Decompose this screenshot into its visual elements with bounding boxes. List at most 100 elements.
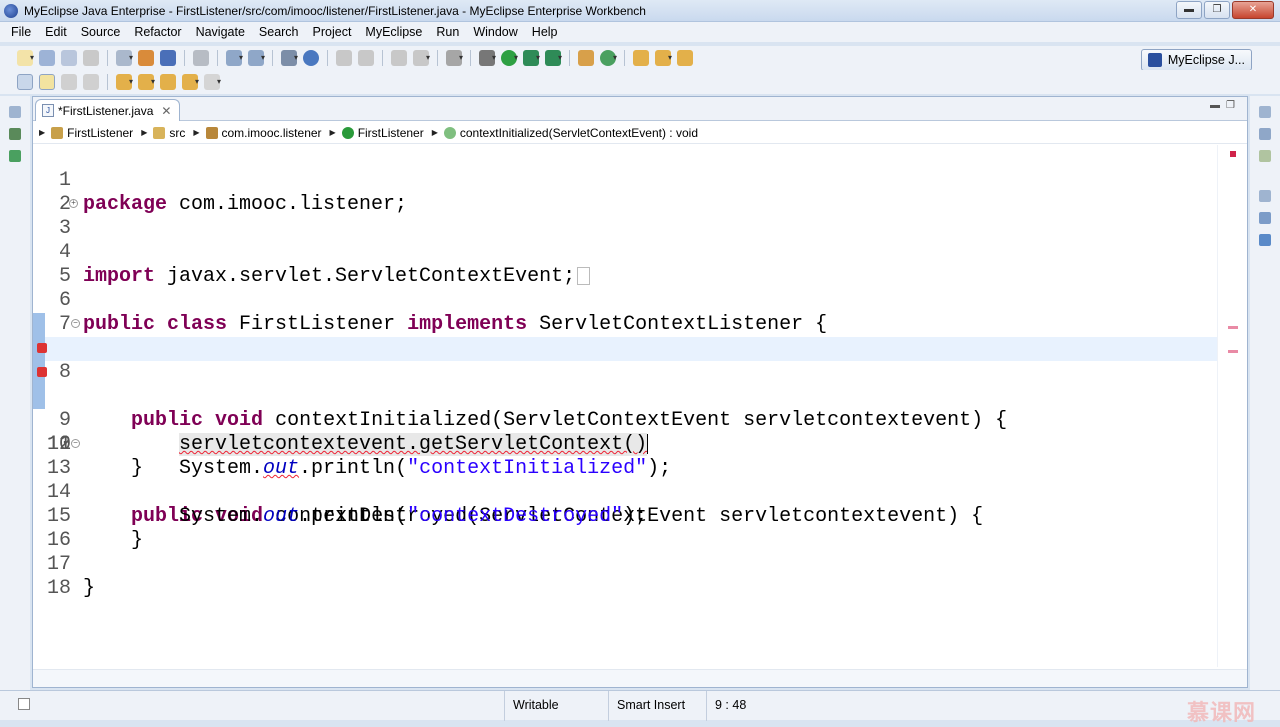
maximize-button[interactable]: ❐ [1204, 1, 1230, 19]
horizontal-scrollbar[interactable] [33, 669, 1247, 687]
run-icon[interactable] [501, 50, 517, 66]
debug-icon[interactable] [479, 50, 495, 66]
package-explorer-icon[interactable] [9, 128, 21, 140]
globe-icon[interactable] [303, 50, 319, 66]
server-icon[interactable] [116, 50, 132, 66]
menu-window[interactable]: Window [466, 25, 524, 39]
save-all-icon[interactable] [61, 50, 77, 66]
show-whitespace-icon[interactable] [83, 74, 99, 90]
open-type-icon[interactable] [633, 50, 649, 66]
coverage-icon[interactable] [523, 50, 539, 66]
breadcrumb-label: FirstListener [67, 125, 134, 140]
chevron-right-icon: ▶ [193, 128, 200, 137]
search-icon[interactable] [655, 50, 671, 66]
error-marker-icon[interactable] [37, 367, 47, 377]
close-tab-icon[interactable]: ✕ [161, 104, 171, 118]
error-overview-marker[interactable] [1228, 326, 1238, 329]
redo-history-icon[interactable] [358, 50, 374, 66]
editor-toolbar [0, 70, 1280, 94]
block-selection-icon[interactable] [61, 74, 77, 90]
chevron-right-icon: ▶ [329, 128, 336, 137]
jar-icon[interactable] [138, 50, 154, 66]
menu-project[interactable]: Project [306, 25, 359, 39]
undo-history-icon[interactable] [336, 50, 352, 66]
collapse-fold-icon[interactable]: − [71, 319, 80, 328]
menu-help[interactable]: Help [525, 25, 565, 39]
fast-view-icon[interactable] [18, 698, 30, 710]
next-annotation-icon[interactable] [116, 74, 132, 90]
previous-annotation-icon[interactable] [138, 74, 154, 90]
menu-refactor[interactable]: Refactor [127, 25, 188, 39]
watermark-logo: 慕课网 [1186, 700, 1256, 725]
code-text-area[interactable]: 1 package com.imooc.listener; 2 3 + impo… [33, 145, 1217, 667]
perspective-switcher[interactable]: MyEclipse J... [1140, 49, 1252, 71]
expand-fold-icon[interactable]: + [69, 199, 78, 208]
menu-navigate[interactable]: Navigate [189, 25, 252, 39]
print-icon[interactable] [83, 50, 99, 66]
save-icon[interactable] [39, 50, 55, 66]
editor-tab-row: J *FirstListener.java ✕ ▬❐ [33, 97, 1247, 121]
back-icon[interactable] [182, 74, 198, 90]
code-line: 12 [33, 409, 1217, 456]
toggle-mark-icon[interactable] [17, 74, 33, 90]
breadcrumb-project[interactable]: ▶ FirstListener [39, 126, 133, 140]
error-marker-icon[interactable] [37, 343, 47, 353]
database-icon[interactable] [281, 50, 297, 66]
forward-icon[interactable] [204, 74, 220, 90]
breadcrumb: ▶ FirstListener ▶ src ▶ com.imooc.listen… [33, 122, 1247, 144]
toolbar-separator [272, 50, 273, 66]
breadcrumb-method[interactable]: ▶ contextInitialized(ServletContextEvent… [432, 126, 698, 140]
menu-edit[interactable]: Edit [38, 25, 74, 39]
editor-tab[interactable]: J *FirstListener.java ✕ [35, 99, 181, 121]
hierarchy-icon[interactable] [9, 150, 21, 162]
editor-tab-label: *FirstListener.java [58, 103, 154, 118]
breadcrumb-src[interactable]: ▶ src [141, 126, 185, 140]
code-line: 14 System.out.println("contextDestroyed"… [33, 457, 1217, 528]
menu-run[interactable]: Run [429, 25, 466, 39]
new-project-icon[interactable] [578, 50, 594, 66]
toggle-highlight-icon[interactable] [39, 74, 55, 90]
title-bar: MyEclipse Java Enterprise - FirstListene… [0, 0, 1280, 22]
console-view-icon[interactable] [1259, 234, 1271, 246]
menu-file[interactable]: File [4, 25, 38, 39]
console-icon[interactable] [446, 50, 462, 66]
restore-icon[interactable] [1259, 106, 1271, 118]
chevron-right-icon: ▶ [431, 128, 438, 137]
error-overview-marker[interactable] [1228, 350, 1238, 353]
new-icon[interactable] [17, 50, 33, 66]
open-folder-icon[interactable] [677, 50, 693, 66]
collapse-fold-icon[interactable]: − [71, 439, 80, 448]
lock-icon[interactable] [193, 50, 209, 66]
problems-icon[interactable] [1259, 212, 1271, 224]
toolbar-separator [217, 50, 218, 66]
menu-search[interactable]: Search [252, 25, 306, 39]
error-summary-icon[interactable] [1230, 151, 1236, 157]
task-icon[interactable] [391, 50, 407, 66]
minimize-button[interactable]: ▬ [1176, 1, 1202, 19]
editor-min-max-icon[interactable]: ▬❐ [1210, 100, 1241, 111]
code-line: 7 [33, 289, 1217, 336]
menu-myeclipse[interactable]: MyEclipse [358, 25, 429, 39]
menu-source[interactable]: Source [74, 25, 128, 39]
breadcrumb-package[interactable]: ▶ com.imooc.listener [193, 126, 321, 140]
restore-icon[interactable] [1259, 190, 1271, 202]
breadcrumb-class[interactable]: ▶ FirstListener [330, 126, 424, 140]
change-marker [33, 313, 45, 337]
code-line: 18 [33, 553, 1217, 600]
new-class-icon[interactable] [600, 50, 616, 66]
web-icon[interactable] [226, 50, 242, 66]
last-edit-icon[interactable] [160, 74, 176, 90]
outline-icon[interactable] [1259, 128, 1271, 140]
deploy-icon[interactable] [160, 50, 176, 66]
wizard-icon[interactable] [248, 50, 264, 66]
menu-bar: File Edit Source Refactor Navigate Searc… [0, 22, 1280, 42]
source-folder-icon [153, 126, 166, 139]
overview-ruler[interactable] [1217, 145, 1247, 667]
perspective-icon [1147, 53, 1162, 67]
restore-icon[interactable] [9, 106, 21, 118]
close-button[interactable]: ✕ [1232, 1, 1274, 19]
external-tools-icon[interactable] [413, 50, 429, 66]
tasks-icon[interactable] [1259, 150, 1271, 162]
run-external-icon[interactable] [545, 50, 561, 66]
code-line: 13 − public void contextDestroyed(Servle… [33, 433, 1217, 528]
